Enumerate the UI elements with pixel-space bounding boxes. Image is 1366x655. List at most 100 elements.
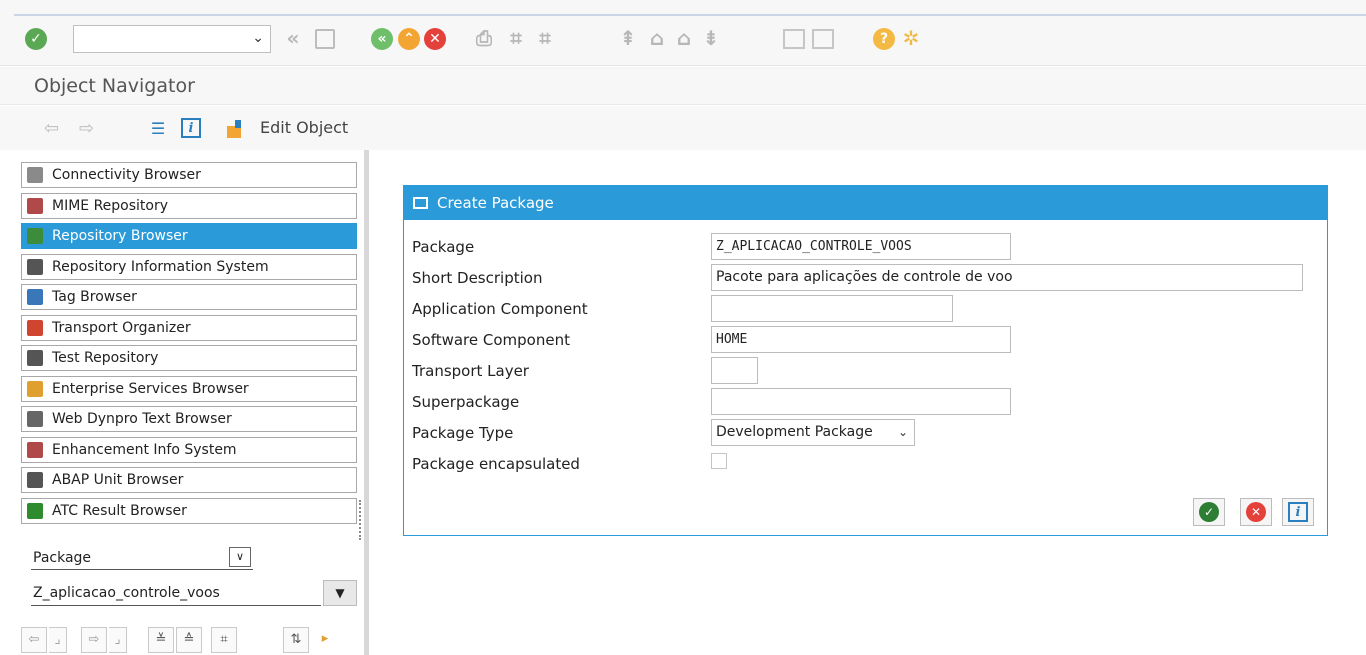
navigator-item-label: Web Dynpro Text Browser (52, 411, 232, 427)
navigator-item-label: ABAP Unit Browser (52, 472, 184, 488)
navigator-item-label: Repository Browser (52, 228, 188, 244)
software-component-input[interactable]: HOME (711, 326, 1011, 353)
create-session-icon[interactable] (783, 29, 805, 49)
superpackage-input[interactable] (711, 388, 1011, 415)
help-icon[interactable]: ? (873, 28, 895, 50)
close-icon: ✕ (1246, 502, 1266, 522)
command-field[interactable]: ⌄ (73, 25, 271, 53)
navigator-item[interactable]: Transport Organizer (21, 314, 357, 341)
sort-icon[interactable]: ⇅ (283, 627, 309, 653)
package-type-label: Package Type (412, 424, 514, 442)
confirm-button[interactable]: ✓ (1193, 498, 1225, 526)
back-arrow-icon[interactable]: ⇦ (44, 118, 59, 139)
save-icon[interactable] (315, 29, 335, 49)
edit-object-icon[interactable] (225, 118, 249, 140)
test-icon (27, 350, 43, 366)
repository-icon (27, 228, 43, 244)
tree-back-menu-icon[interactable]: ⌟ (49, 627, 67, 653)
info-button[interactable]: i (1282, 498, 1314, 526)
create-icon (413, 197, 428, 209)
navigator-item[interactable]: Web Dynpro Text Browser (21, 406, 357, 432)
back-circle-icon[interactable]: « (371, 28, 393, 50)
short-description-label: Short Description (412, 269, 543, 287)
connectivity-icon (27, 167, 43, 183)
object-type-select[interactable]: Package ∨ (31, 546, 253, 570)
navigator-item[interactable]: ATC Result Browser (21, 497, 357, 524)
find-icon[interactable]: ⌗ (211, 627, 237, 653)
mime-icon (27, 197, 43, 214)
navigator-item[interactable]: Enhancement Info System (21, 436, 357, 463)
navigator-item-label: Transport Organizer (52, 319, 191, 336)
transport-layer-input[interactable] (711, 357, 758, 384)
web-dynpro-icon (27, 411, 43, 427)
navigator-item[interactable]: Repository Information System (21, 253, 357, 280)
transport-icon (27, 319, 43, 336)
object-name-dropdown[interactable]: ▼ (323, 580, 357, 606)
hierarchy-icon[interactable]: ☰ (149, 118, 167, 138)
cancel-button[interactable]: ✕ (1240, 498, 1272, 526)
back-icon[interactable]: « (281, 26, 305, 50)
find-icon[interactable]: ⌗ (504, 26, 528, 50)
tree-forward-menu-icon[interactable]: ⌟ (109, 627, 127, 653)
navigator-item[interactable]: MIME Repository (21, 192, 357, 219)
navigator-item[interactable]: Test Repository (21, 345, 357, 371)
settings-icon[interactable]: ✲ (899, 26, 923, 50)
application-component-input[interactable] (711, 295, 953, 322)
collapse-all-icon[interactable]: ≙ (176, 627, 202, 653)
package-label: Package (412, 238, 475, 256)
package-encapsulated-checkbox[interactable] (711, 453, 727, 469)
splitter-handle[interactable] (359, 500, 363, 540)
tag-icon (27, 289, 43, 305)
next-page-icon[interactable]: ⌂ (673, 26, 695, 50)
shortcut-icon[interactable] (812, 29, 834, 49)
enterprise-services-icon (27, 380, 43, 397)
navigator-item-label: MIME Repository (52, 197, 169, 214)
tree-back-icon[interactable]: ⇦ (21, 627, 47, 653)
info-system-icon (27, 258, 43, 275)
cancel-icon[interactable]: ✕ (424, 28, 446, 50)
navigator-item[interactable]: ABAP Unit Browser (21, 467, 357, 493)
navigator-item-label: Connectivity Browser (52, 167, 201, 183)
navigator-item[interactable]: Enterprise Services Browser (21, 375, 357, 402)
application-toolbar: ⇦ ⇨ ☰ i Edit Object (0, 106, 1366, 150)
chevron-down-icon[interactable]: ∨ (229, 547, 251, 567)
navigator-item-label: Repository Information System (52, 258, 269, 275)
create-package-dialog: Create Package Package Z_APLICACAO_CONTR… (403, 185, 1328, 536)
system-toolbar: ✓ ⌄ « « ⌃ ✕ ⎙ ⌗ ⌗ ⇞ ⌂ ⌂ ⇟ ? ✲ (0, 0, 1366, 66)
package-type-value: Development Package (716, 424, 873, 440)
last-page-icon[interactable]: ⇟ (700, 26, 722, 50)
navigator-item[interactable]: Tag Browser (21, 284, 357, 310)
object-name-input[interactable]: Z_aplicacao_controle_voos (31, 580, 321, 606)
find-next-icon[interactable]: ⌗ (533, 26, 557, 50)
package-type-select[interactable]: Development Package ⌄ (711, 419, 915, 446)
expand-all-icon[interactable]: ≚ (148, 627, 174, 653)
abap-unit-icon (27, 472, 43, 488)
previous-page-icon[interactable]: ⌂ (646, 26, 668, 50)
navigator-item[interactable]: Repository Browser (21, 223, 357, 249)
title-bar: Object Navigator (0, 67, 1366, 105)
tree-forward-icon[interactable]: ⇨ (81, 627, 107, 653)
chevron-down-icon[interactable]: ⌄ (252, 30, 264, 46)
chevron-down-icon[interactable]: ⌄ (898, 420, 908, 445)
package-encapsulated-label: Package encapsulated (412, 455, 580, 473)
edit-object-button[interactable]: Edit Object (260, 118, 348, 137)
package-input[interactable]: Z_APLICACAO_CONTROLE_VOOS (711, 233, 1011, 260)
page-title: Object Navigator (34, 75, 195, 97)
application-component-label: Application Component (412, 300, 588, 318)
navigator-item-label: Tag Browser (52, 289, 137, 305)
exit-icon[interactable]: ⌃ (398, 28, 420, 50)
software-component-label: Software Component (412, 331, 570, 349)
check-icon: ✓ (1199, 502, 1219, 522)
enter-icon[interactable]: ✓ (25, 28, 47, 50)
info-icon[interactable]: i (181, 118, 201, 138)
forward-arrow-icon[interactable]: ⇨ (79, 118, 94, 139)
navigator-item[interactable]: Connectivity Browser (21, 162, 357, 188)
enhancement-icon (27, 441, 43, 458)
print-icon[interactable]: ⎙ (472, 26, 496, 50)
first-page-icon[interactable]: ⇞ (617, 26, 639, 50)
panel-splitter[interactable] (364, 150, 369, 655)
superpackage-label: Superpackage (412, 393, 520, 411)
short-description-input[interactable]: Pacote para aplicações de controle de vo… (711, 264, 1303, 291)
more-icon[interactable]: ▸ (313, 627, 337, 653)
object-type-value: Package (33, 550, 92, 566)
